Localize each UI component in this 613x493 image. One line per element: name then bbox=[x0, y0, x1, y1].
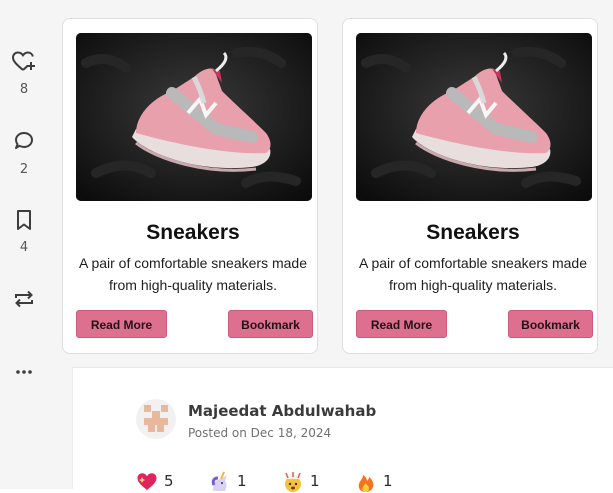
card-title: Sneakers bbox=[146, 221, 240, 244]
bookmark-rail-button[interactable]: 4 bbox=[0, 208, 48, 255]
sneaker-image bbox=[76, 33, 312, 201]
reaction-count: 1 bbox=[310, 472, 320, 490]
reaction-count: 1 bbox=[237, 472, 247, 490]
repost-button[interactable] bbox=[0, 287, 48, 311]
repost-icon bbox=[15, 290, 33, 308]
comment-count: 2 bbox=[19, 162, 29, 177]
card-description: A pair of comfortable sneakers made from… bbox=[358, 255, 587, 293]
bookmark-button[interactable]: Bookmark bbox=[508, 310, 593, 338]
comment-icon bbox=[15, 132, 33, 149]
card-description: A pair of comfortable sneakers made from… bbox=[78, 255, 307, 293]
comment-button[interactable]: 2 bbox=[0, 130, 48, 177]
exploding-head-icon bbox=[285, 472, 301, 492]
heart-reaction-button[interactable]: 8 bbox=[0, 50, 48, 97]
product-card: Sneakers A pair of comfortable sneakers … bbox=[62, 18, 318, 354]
heart-count: 8 bbox=[19, 82, 29, 97]
author-name[interactable]: Majeedat Abdulwahab bbox=[188, 402, 376, 420]
unicorn-icon bbox=[211, 471, 227, 491]
card-title: Sneakers bbox=[426, 221, 520, 244]
product-card: Sneakers A pair of comfortable sneakers … bbox=[342, 18, 598, 354]
bookmark-button[interactable]: Bookmark bbox=[228, 310, 313, 338]
post-date: Posted on Dec 18, 2024 bbox=[188, 426, 332, 440]
reaction-count: 5 bbox=[164, 472, 174, 490]
read-more-button[interactable]: Read More bbox=[356, 310, 447, 338]
fire-icon bbox=[358, 475, 374, 492]
bookmark-icon bbox=[17, 210, 31, 230]
sparkle-heart-icon bbox=[137, 473, 157, 490]
sneaker-image bbox=[356, 33, 592, 201]
avatar[interactable] bbox=[136, 399, 176, 439]
read-more-button[interactable]: Read More bbox=[76, 310, 167, 338]
heart-plus-icon bbox=[11, 51, 35, 71]
more-horizontal-icon bbox=[16, 370, 32, 374]
bookmark-count: 4 bbox=[19, 240, 29, 255]
product-cards-area: Sneakers A pair of comfortable sneakers … bbox=[62, 0, 613, 368]
reaction-count: 1 bbox=[383, 472, 393, 490]
more-options-button[interactable] bbox=[0, 362, 48, 382]
